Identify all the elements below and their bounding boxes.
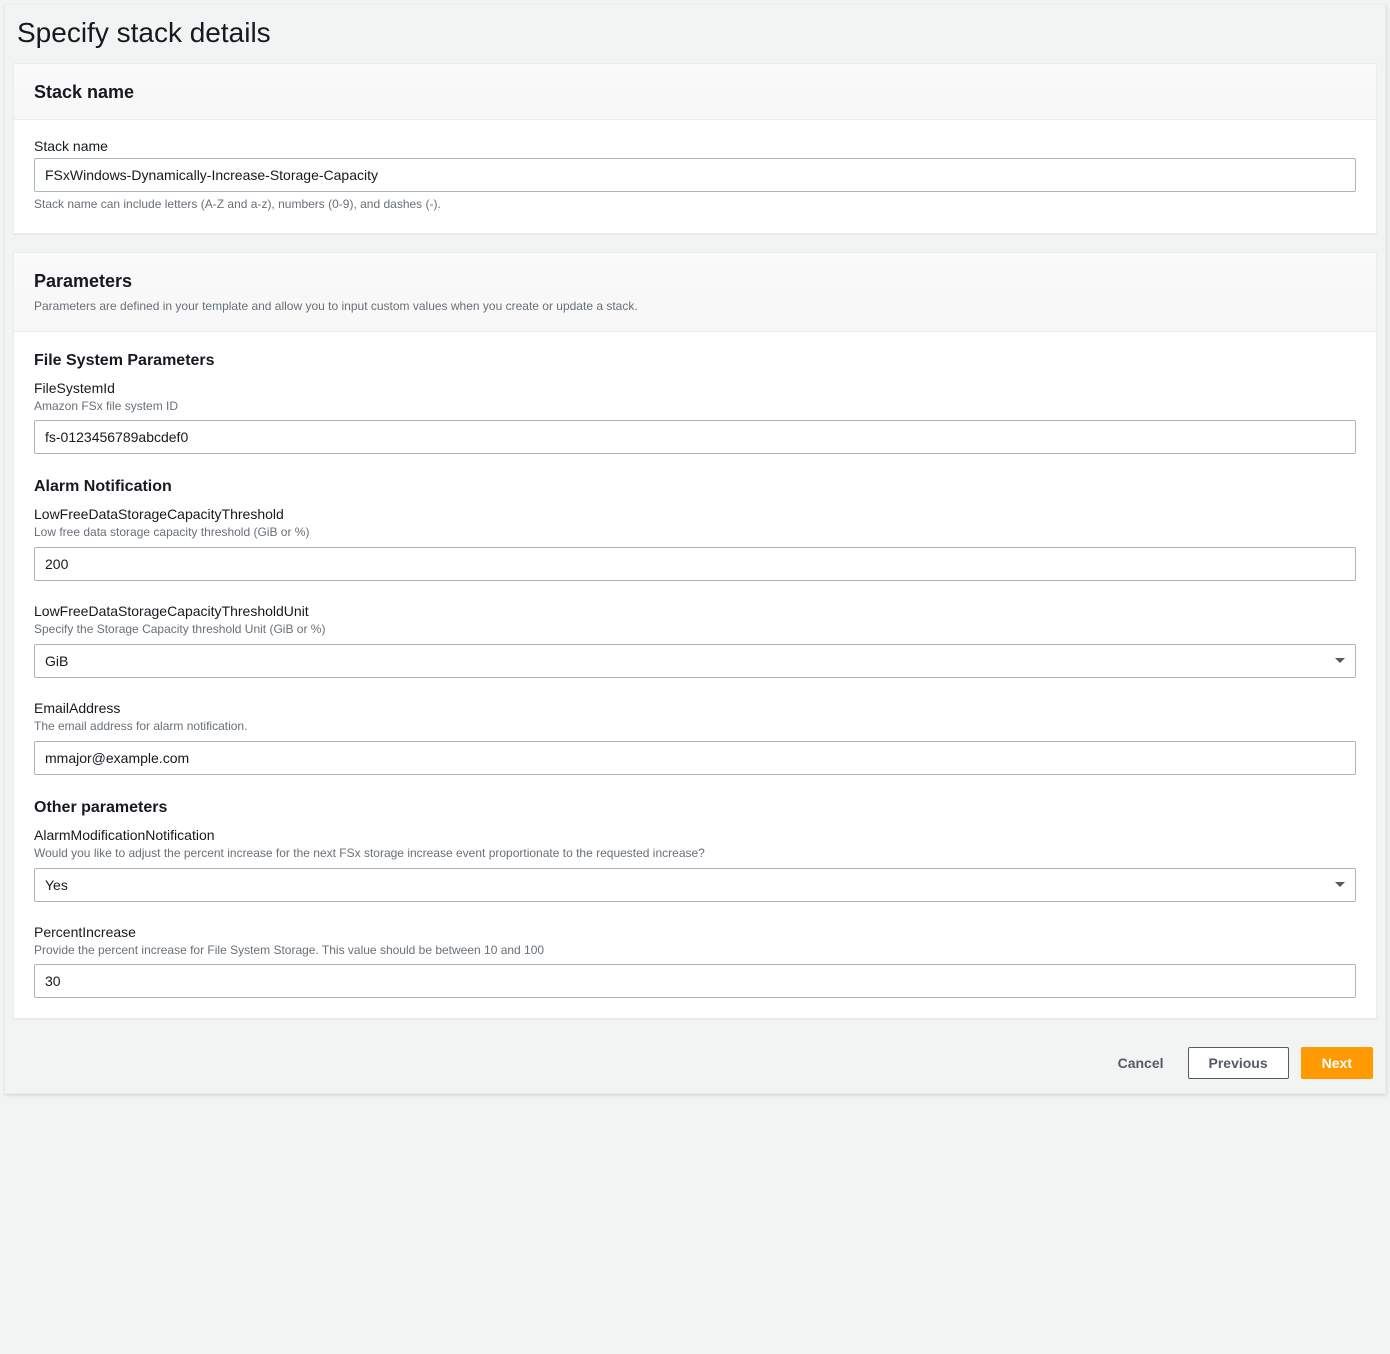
stack-name-field: Stack name Stack name can include letter… bbox=[34, 138, 1356, 213]
chevron-down-icon bbox=[1335, 658, 1345, 663]
stack-name-panel-body: Stack name Stack name can include letter… bbox=[14, 120, 1376, 233]
file-system-heading: File System Parameters bbox=[34, 352, 1356, 370]
previous-button[interactable]: Previous bbox=[1188, 1047, 1289, 1079]
parameters-panel-header: Parameters Parameters are defined in you… bbox=[14, 253, 1376, 332]
stack-name-hint: Stack name can include letters (A-Z and … bbox=[34, 196, 1356, 213]
file-system-section: File System Parameters FileSystemId Amaz… bbox=[34, 352, 1356, 455]
alarm-heading: Alarm Notification bbox=[34, 478, 1356, 496]
threshold-unit-desc: Specify the Storage Capacity threshold U… bbox=[34, 621, 1356, 638]
threshold-unit-value: GiB bbox=[45, 651, 68, 671]
parameters-panel-subtitle: Parameters are defined in your template … bbox=[34, 298, 1356, 315]
threshold-desc: Low free data storage capacity threshold… bbox=[34, 524, 1356, 541]
threshold-unit-select[interactable]: GiB bbox=[34, 644, 1356, 678]
chevron-down-icon bbox=[1335, 882, 1345, 887]
alarm-mod-desc: Would you like to adjust the percent inc… bbox=[34, 845, 1356, 862]
percent-increase-label: PercentIncrease bbox=[34, 924, 1356, 940]
alarm-mod-label: AlarmModificationNotification bbox=[34, 827, 1356, 843]
stack-name-label: Stack name bbox=[34, 138, 1356, 154]
alarm-mod-field: AlarmModificationNotification Would you … bbox=[34, 827, 1356, 902]
threshold-field: LowFreeDataStorageCapacityThreshold Low … bbox=[34, 506, 1356, 581]
percent-increase-input[interactable] bbox=[34, 964, 1356, 998]
parameters-panel-title: Parameters bbox=[34, 271, 1356, 292]
stack-name-panel-header: Stack name bbox=[14, 64, 1376, 120]
file-system-id-label: FileSystemId bbox=[34, 380, 1356, 396]
email-label: EmailAddress bbox=[34, 700, 1356, 716]
parameters-panel-body: File System Parameters FileSystemId Amaz… bbox=[14, 332, 1376, 1019]
file-system-id-desc: Amazon FSx file system ID bbox=[34, 398, 1356, 415]
threshold-label: LowFreeDataStorageCapacityThreshold bbox=[34, 506, 1356, 522]
threshold-unit-label: LowFreeDataStorageCapacityThresholdUnit bbox=[34, 603, 1356, 619]
page-title: Specify stack details bbox=[13, 13, 1377, 63]
alarm-section: Alarm Notification LowFreeDataStorageCap… bbox=[34, 478, 1356, 774]
file-system-id-field: FileSystemId Amazon FSx file system ID bbox=[34, 380, 1356, 455]
parameters-panel: Parameters Parameters are defined in you… bbox=[13, 252, 1377, 1020]
email-desc: The email address for alarm notification… bbox=[34, 718, 1356, 735]
percent-increase-desc: Provide the percent increase for File Sy… bbox=[34, 942, 1356, 959]
threshold-unit-field: LowFreeDataStorageCapacityThresholdUnit … bbox=[34, 603, 1356, 678]
cancel-button[interactable]: Cancel bbox=[1106, 1047, 1176, 1079]
threshold-input[interactable] bbox=[34, 547, 1356, 581]
other-section: Other parameters AlarmModificationNotifi… bbox=[34, 799, 1356, 999]
next-button[interactable]: Next bbox=[1301, 1047, 1373, 1079]
file-system-id-input[interactable] bbox=[34, 420, 1356, 454]
stack-name-panel: Stack name Stack name Stack name can inc… bbox=[13, 63, 1377, 234]
alarm-mod-select[interactable]: Yes bbox=[34, 868, 1356, 902]
page-container: Specify stack details Stack name Stack n… bbox=[4, 4, 1386, 1094]
other-heading: Other parameters bbox=[34, 799, 1356, 817]
stack-name-input[interactable] bbox=[34, 158, 1356, 192]
percent-increase-field: PercentIncrease Provide the percent incr… bbox=[34, 924, 1356, 999]
email-input[interactable] bbox=[34, 741, 1356, 775]
stack-name-panel-title: Stack name bbox=[34, 82, 1356, 103]
email-field: EmailAddress The email address for alarm… bbox=[34, 700, 1356, 775]
alarm-mod-value: Yes bbox=[45, 875, 68, 895]
wizard-footer: Cancel Previous Next bbox=[13, 1037, 1377, 1083]
